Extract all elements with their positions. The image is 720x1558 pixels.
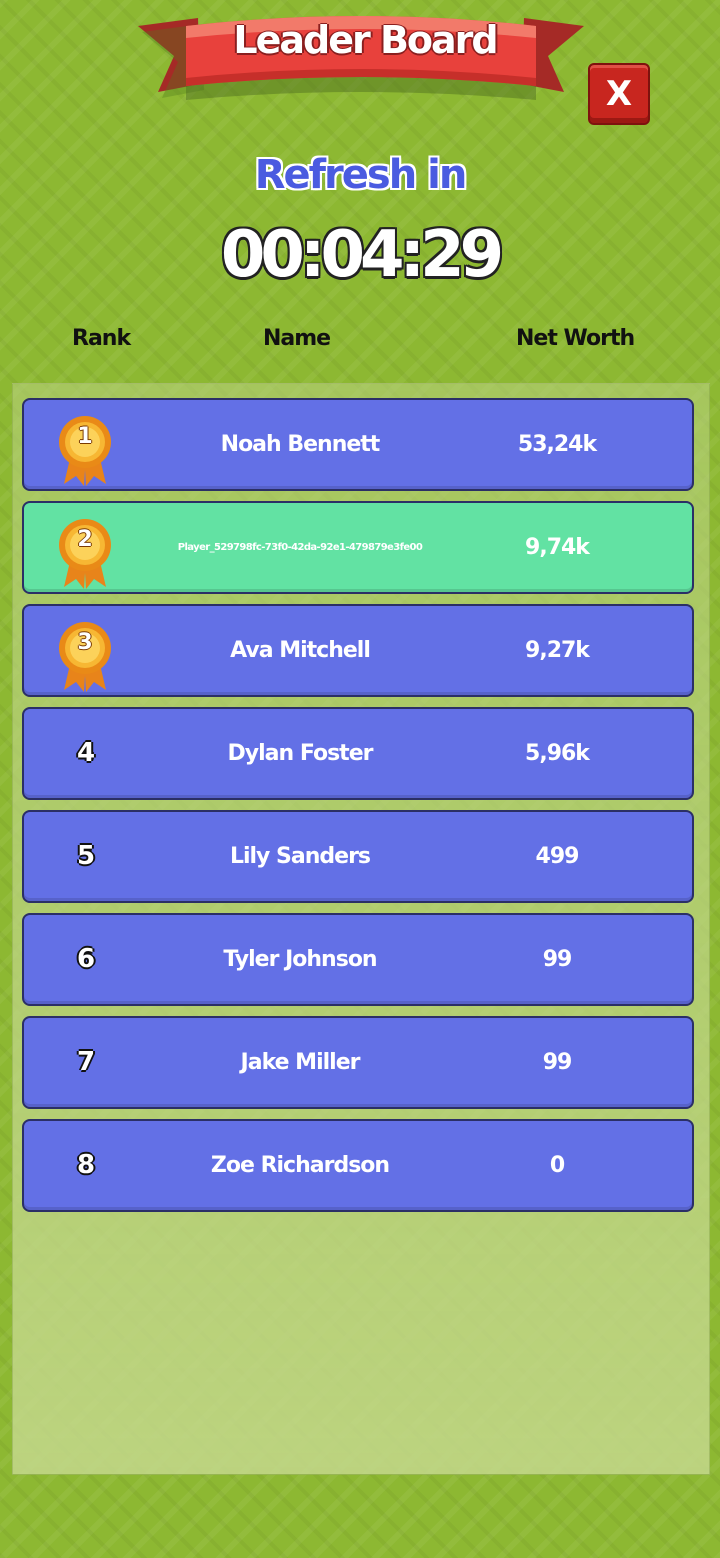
page-title: Leader Board — [233, 18, 498, 62]
leaderboard-row: 3 Ava Mitchell 9,27k — [22, 604, 694, 697]
leaderboard-row: 1 Noah Bennett 53,24k — [22, 398, 694, 491]
player-name: Tyler Johnson — [223, 947, 377, 972]
rank-number: 4 — [76, 738, 96, 768]
leaderboard-row: 5 Lily Sanders 499 — [22, 810, 694, 903]
net-worth-value: 5,96k — [525, 741, 590, 766]
leaderboard-row: 7 Jake Miller 99 — [22, 1016, 694, 1109]
player-name: Zoe Richardson — [210, 1153, 390, 1178]
rank-number: 3 — [77, 630, 93, 655]
column-header-rank: Rank — [72, 326, 131, 351]
close-icon: X — [605, 74, 633, 114]
player-name: Jake Miller — [240, 1050, 361, 1075]
leaderboard-row-current-player: 2 Player_529798fc-73f0-42da-92e1-479879e… — [22, 501, 694, 594]
player-name: Ava Mitchell — [230, 638, 371, 663]
refresh-label: Refresh in — [254, 152, 468, 198]
net-worth-value: 9,74k — [525, 535, 590, 560]
rank-number: 8 — [76, 1150, 96, 1180]
refresh-timer: 00:04:29 — [220, 218, 504, 292]
player-name: Noah Bennett — [220, 432, 381, 457]
net-worth-value: 0 — [549, 1153, 565, 1178]
rank-number: 7 — [76, 1047, 96, 1077]
close-button[interactable]: X — [588, 63, 650, 125]
player-name: Player_529798fc-73f0-42da-92e1-479879e3f… — [177, 542, 423, 553]
net-worth-value: 9,27k — [525, 638, 590, 663]
net-worth-value: 53,24k — [517, 432, 597, 457]
net-worth-value: 99 — [542, 1050, 573, 1075]
player-name: Lily Sanders — [229, 844, 371, 869]
leaderboard-row: 6 Tyler Johnson 99 — [22, 913, 694, 1006]
column-header-name: Name — [263, 326, 331, 351]
player-name: Dylan Foster — [227, 741, 374, 766]
rank-number: 5 — [76, 841, 96, 871]
net-worth-value: 499 — [535, 844, 580, 869]
net-worth-value: 99 — [542, 947, 573, 972]
leaderboard-row: 8 Zoe Richardson 0 — [22, 1119, 694, 1212]
column-header-net-worth: Net Worth — [516, 326, 635, 351]
leaderboard-row: 4 Dylan Foster 5,96k — [22, 707, 694, 800]
rank-number: 1 — [77, 424, 93, 449]
rank-number: 2 — [77, 527, 93, 552]
rank-number: 6 — [76, 944, 96, 974]
